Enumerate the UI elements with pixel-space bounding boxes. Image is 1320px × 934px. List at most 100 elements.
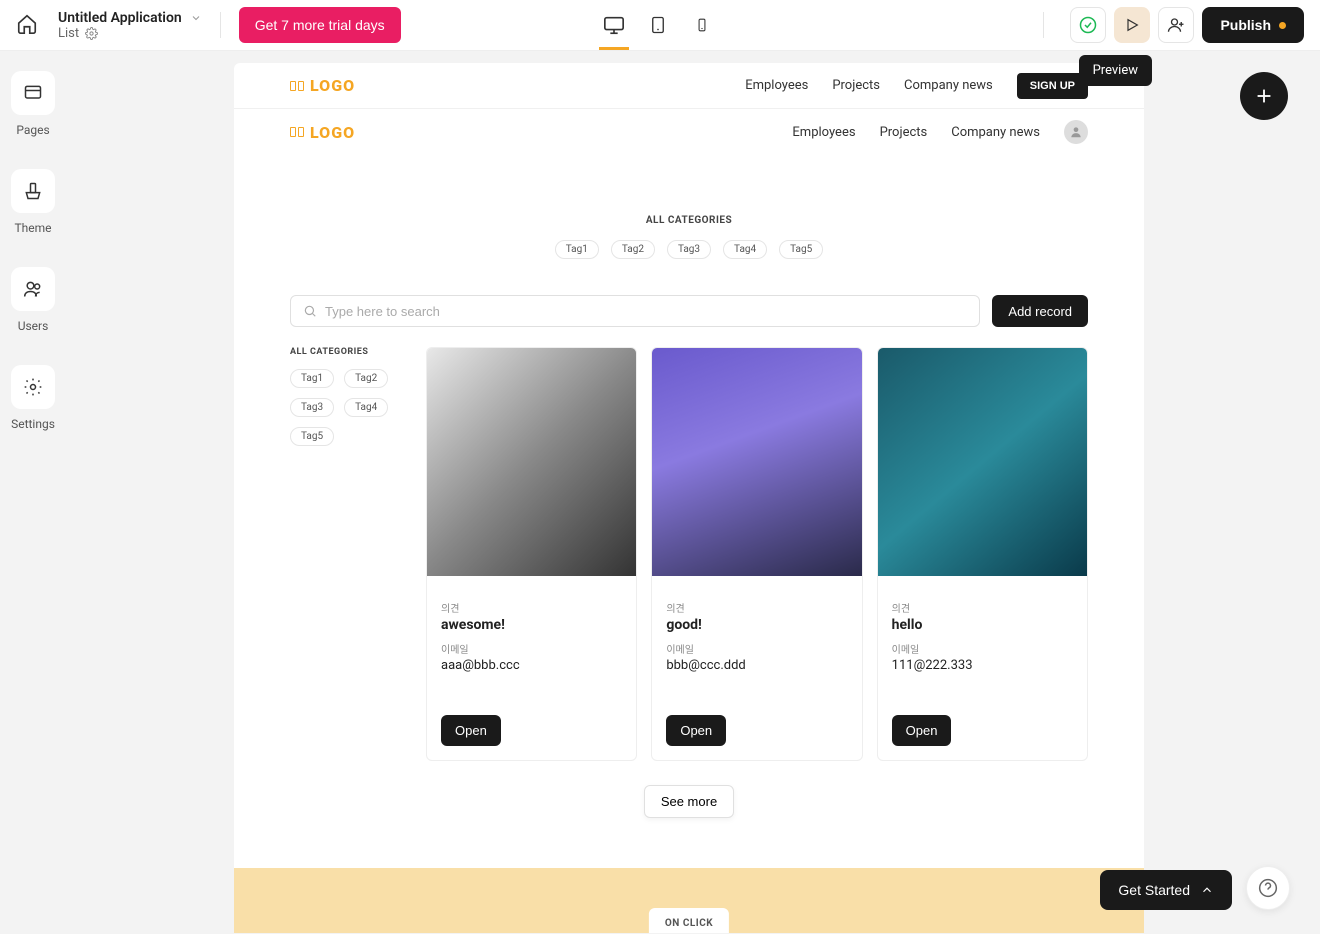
nav-projects[interactable]: Projects [832,78,880,93]
search-icon [303,304,317,318]
theme-icon [11,169,55,213]
sidebar-item-label: Pages [16,123,49,137]
sidebar-item-theme[interactable]: Theme [11,169,55,235]
field-label-opinion: 의견 [441,600,622,615]
trial-button[interactable]: Get 7 more trial days [239,7,401,43]
nav-company-news[interactable]: Company news [951,125,1040,140]
help-button[interactable] [1246,866,1290,910]
field-label-email: 이메일 [441,641,622,656]
publish-label: Publish [1220,17,1271,33]
sidebar-item-users[interactable]: Users [11,267,55,333]
search-input[interactable] [325,304,967,319]
header-actions: Publish [1025,7,1304,43]
card-image [878,348,1087,576]
all-categories-label: ALL CATEGORIES [290,215,1088,226]
tag-pill[interactable]: Tag1 [555,240,599,259]
tag-pill[interactable]: Tag4 [344,398,388,417]
logo-text: LOGO [310,123,355,142]
canvas: LOGO Employees Projects Company news SIG… [234,63,1144,933]
card-image [427,348,636,576]
open-button[interactable]: Open [892,715,952,746]
cards: 의견 awesome! 이메일 aaa@bbb.ccc Open 의견 good… [426,347,1088,761]
app-title: Untitled Application [58,10,182,26]
nav-employees[interactable]: Employees [792,125,855,140]
search-input-wrap[interactable] [290,295,980,327]
add-user-icon[interactable] [1158,7,1194,43]
field-value-opinion: hello [892,617,1073,633]
left-sidebar: Pages Theme Users Settings [0,51,66,934]
field-value-opinion: good! [666,617,847,633]
sidebar-item-settings[interactable]: Settings [11,365,55,431]
tag-pill[interactable]: Tag3 [290,398,334,417]
preview-button[interactable] [1114,7,1150,43]
nav-employees[interactable]: Employees [745,78,808,93]
site-logo[interactable]: LOGO [290,76,355,95]
signup-button[interactable]: SIGN UP [1017,73,1088,99]
add-record-button[interactable]: Add record [992,295,1088,327]
field-label-opinion: 의견 [892,600,1073,615]
tag-pill[interactable]: Tag2 [344,369,388,388]
nav-projects[interactable]: Projects [880,125,928,140]
sidebar-item-pages[interactable]: Pages [11,71,55,137]
open-button[interactable]: Open [666,715,726,746]
tag-pill[interactable]: Tag1 [290,369,334,388]
field-value-email: aaa@bbb.ccc [441,658,622,673]
chevron-down-icon[interactable] [190,12,202,24]
field-label-email: 이메일 [666,641,847,656]
top-tags: Tag1 Tag2 Tag3 Tag4 Tag5 [290,240,1088,259]
get-started-button[interactable]: Get Started [1100,870,1232,910]
field-label-email: 이메일 [892,641,1073,656]
add-fab[interactable] [1240,72,1288,120]
sidebar-item-label: Users [18,319,49,333]
record-card: 의견 awesome! 이메일 aaa@bbb.ccc Open [426,347,637,761]
site-header-private: LOGO Employees Projects Company news [234,109,1144,155]
get-started-label: Get Started [1118,882,1190,898]
home-icon[interactable] [16,13,40,37]
record-card: 의견 good! 이메일 bbb@ccc.ddd Open [651,347,862,761]
field-value-email: bbb@ccc.ddd [666,658,847,673]
divider [1043,12,1044,38]
tag-pill[interactable]: Tag5 [779,240,823,259]
field-label-opinion: 의견 [666,600,847,615]
device-switcher [603,14,717,36]
site-logo[interactable]: LOGO [290,123,355,142]
publish-button[interactable]: Publish [1202,7,1304,43]
tablet-icon[interactable] [649,14,671,36]
record-card: 의견 hello 이메일 111@222.333 Open [877,347,1088,761]
see-more-button[interactable]: See more [644,785,734,818]
search-row: Add record [290,295,1088,327]
gear-icon[interactable] [85,27,98,40]
tag-pill[interactable]: Tag5 [290,427,334,446]
nav-company-news[interactable]: Company news [904,78,993,93]
pages-icon [11,71,55,115]
open-button[interactable]: Open [441,715,501,746]
chevron-up-icon [1200,883,1214,897]
field-value-opinion: awesome! [441,617,622,633]
mobile-icon[interactable] [695,14,717,36]
status-check-icon[interactable] [1070,7,1106,43]
sidebar-item-label: Settings [11,417,55,431]
main-grid: ALL CATEGORIES Tag1 Tag2 Tag3 Tag4 Tag5 … [290,347,1088,761]
sidebar-item-label: Theme [14,221,51,235]
footer-band: ON CLICK [234,868,1144,933]
content: ALL CATEGORIES Tag1 Tag2 Tag3 Tag4 Tag5 … [234,155,1144,818]
publish-status-dot [1279,22,1286,29]
divider [220,12,221,38]
site-nav: Employees Projects Company news SIGN UP [745,73,1088,99]
onclick-chip[interactable]: ON CLICK [649,908,729,933]
avatar[interactable] [1064,120,1088,144]
tag-pill[interactable]: Tag3 [667,240,711,259]
tag-pill[interactable]: Tag4 [723,240,767,259]
logo-icon [290,81,304,91]
desktop-icon[interactable] [603,14,625,36]
tag-pill[interactable]: Tag2 [611,240,655,259]
app-title-block: Untitled Application List [58,10,202,41]
card-image [652,348,861,576]
app-subtitle: List [58,26,79,41]
logo-icon [290,127,304,137]
field-value-email: 111@222.333 [892,658,1073,673]
app-header: Untitled Application List Get 7 more tri… [0,0,1320,51]
all-categories-label: ALL CATEGORIES [290,347,410,357]
users-icon [11,267,55,311]
logo-text: LOGO [310,76,355,95]
